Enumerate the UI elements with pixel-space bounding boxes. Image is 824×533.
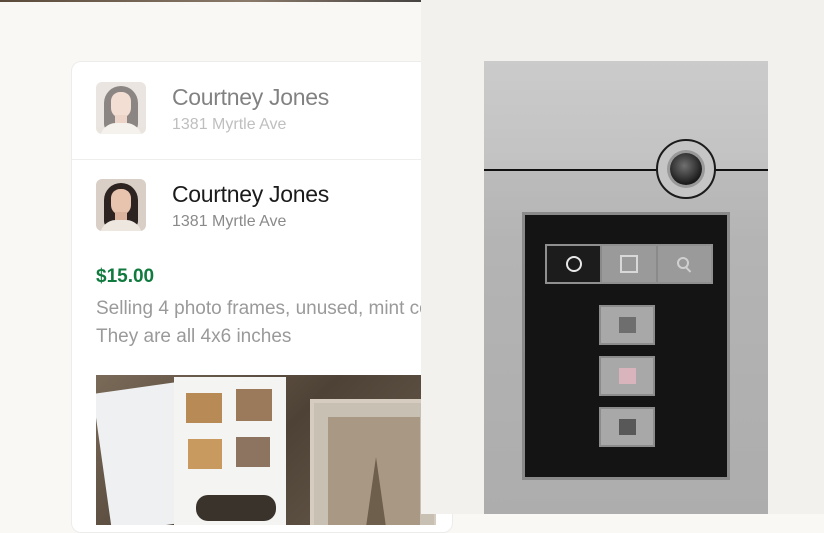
square-icon [619, 255, 638, 273]
swatch-button-1[interactable] [599, 305, 655, 345]
seller-preview-address: 1381 Myrtle Ave [172, 116, 287, 133]
listing-photo[interactable] [96, 375, 436, 525]
mode-selector [545, 244, 713, 284]
listing-card: Courtney Jones 1381 Myrtle Ave Courtney … [71, 61, 453, 533]
avatar [96, 179, 146, 231]
avatar [96, 82, 146, 134]
seller-name: Courtney Jones [172, 181, 329, 207]
mode-square-button[interactable] [600, 246, 656, 282]
mode-circle-button[interactable] [547, 246, 601, 282]
seller-preview-row[interactable]: Courtney Jones 1381 Myrtle Ave [96, 82, 436, 138]
camera-device [484, 61, 768, 514]
listing-description: Selling 4 photo frames, unused, mint con… [96, 298, 453, 347]
swatch-2 [618, 368, 636, 384]
camera-top [484, 61, 768, 170]
seller-preview-name: Courtney Jones [172, 84, 329, 110]
swatch-button-3[interactable] [599, 407, 655, 447]
search-icon [677, 257, 691, 271]
divider [72, 159, 452, 160]
camera-control-panel [522, 212, 730, 480]
listing-price: $15.00 [96, 266, 155, 287]
seller-address: 1381 Myrtle Ave [172, 213, 287, 230]
swatch-1 [618, 317, 636, 333]
seller-row[interactable]: Courtney Jones 1381 Myrtle Ave [96, 179, 436, 235]
swatch-3 [618, 419, 636, 435]
camera-lens-icon[interactable] [670, 153, 702, 185]
swatch-button-2[interactable] [599, 356, 655, 396]
camera-divider-line [484, 169, 768, 171]
mode-search-button[interactable] [655, 246, 711, 282]
circle-icon [565, 256, 582, 272]
